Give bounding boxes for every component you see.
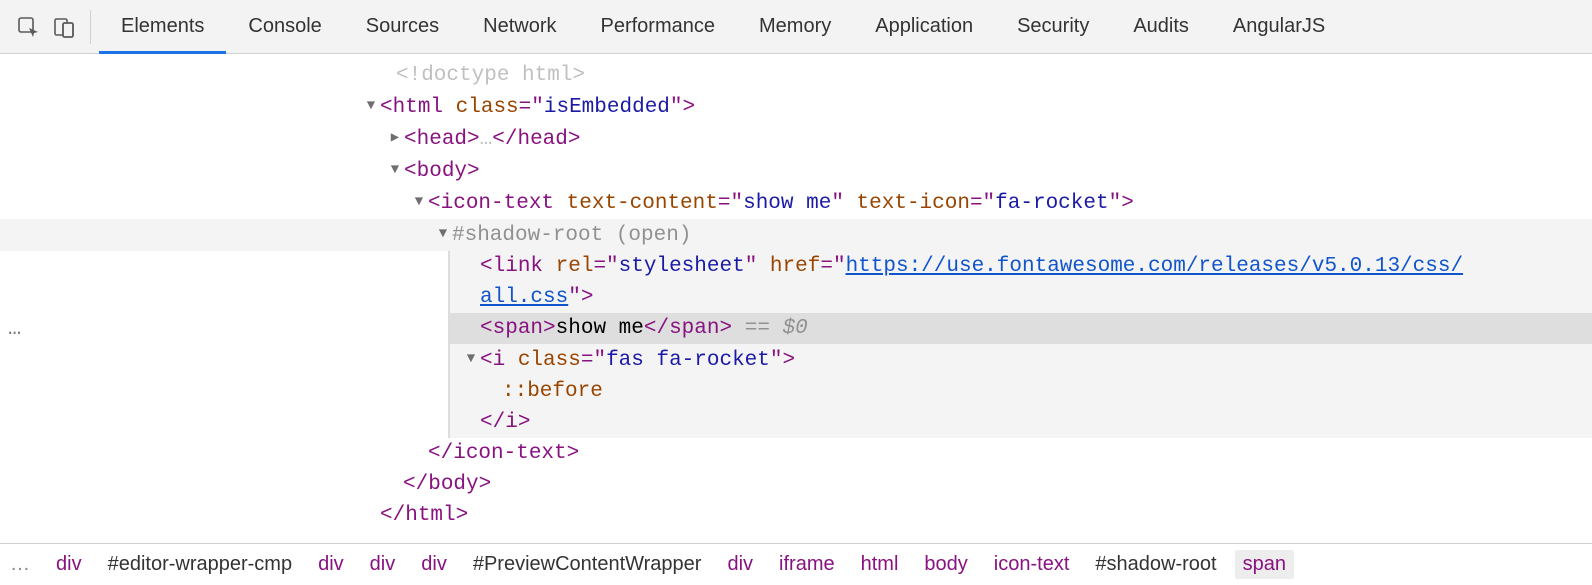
attr-name: href [770,255,820,278]
attr-name: class [456,96,519,119]
attr-name: text-content [567,192,718,215]
expand-arrow-icon[interactable]: ▼ [436,219,450,250]
attr-name: text-icon [857,192,970,215]
ellipsis: … [480,128,493,151]
dom-node-pseudo-before[interactable]: ::before [450,376,1592,407]
dom-node-head[interactable]: ▶<head>…</head> [0,123,1592,155]
dom-node-link-cont[interactable]: all.css"> [450,282,1592,313]
selected-node-marker: == $0 [732,317,808,340]
tag-name: html [405,504,455,527]
dom-node-i[interactable]: ▼<i class="fas fa-rocket"> [450,344,1592,376]
dom-node-doctype[interactable]: <!doctype html> [0,60,1592,91]
crumb-html[interactable]: html [853,550,907,579]
tab-label: Security [1017,15,1089,38]
tab-label: Performance [601,15,716,38]
href-url-part1[interactable]: https://use.fontawesome.com/releases/v5.… [846,255,1464,278]
dom-node-span-selected[interactable]: … <span>show me</span> == $0 [450,313,1592,344]
tab-console[interactable]: Console [226,0,343,53]
tag-name: head [417,128,467,151]
tab-label: Audits [1133,15,1189,38]
gutter-ellipsis-icon[interactable]: … [8,313,23,344]
elements-dom-tree[interactable]: <!doctype html> ▼<html class="isEmbedded… [0,54,1592,543]
attr-value: stylesheet [619,255,745,278]
tag-name: head [517,128,567,151]
tab-label: Application [875,15,973,38]
tab-performance[interactable]: Performance [579,0,738,53]
dom-node-shadow-root[interactable]: ▼#shadow-root (open) [0,219,1592,251]
tab-label: Network [483,15,556,38]
doctype-text: <!doctype html> [396,64,585,87]
tab-label: AngularJS [1233,15,1325,38]
crumb-div[interactable]: div [362,550,404,579]
dom-node-i-close[interactable]: </i> [450,407,1592,438]
attr-value: fa-rocket [995,192,1108,215]
attr-value: show me [743,192,831,215]
crumb-div[interactable]: div [719,550,761,579]
tab-application[interactable]: Application [853,0,995,53]
devtools-tabbar: Elements Console Sources Network Perform… [0,0,1592,54]
attr-value: isEmbedded [544,96,670,119]
inspect-element-icon[interactable] [10,9,46,45]
tab-label: Memory [759,15,831,38]
text-node: show me [556,317,644,340]
divider [90,10,91,44]
tab-label: Console [248,15,321,38]
crumb-div[interactable]: div [310,550,352,579]
expand-arrow-icon[interactable]: ▼ [464,344,478,375]
dom-node-html-close[interactable]: </html> [0,500,1592,531]
crumb-span-selected[interactable]: span [1235,550,1294,579]
tab-network[interactable]: Network [461,0,578,53]
shadow-root-children: <link rel="stylesheet" href="https://use… [448,251,1592,438]
breadcrumb-overflow-icon[interactable]: … [10,553,38,576]
expand-arrow-icon[interactable]: ▼ [412,187,426,218]
expand-arrow-icon[interactable]: ▼ [364,91,378,122]
pseudo-element: ::before [502,380,603,403]
dom-node-body[interactable]: ▼<body> [0,155,1592,187]
tag-name: span [493,317,543,340]
crumb-shadow-root[interactable]: #shadow-root [1087,550,1224,579]
tag-name: i [493,349,506,372]
tag-name: i [505,411,518,434]
elements-breadcrumb: … div #editor-wrapper-cmp div div div #P… [0,543,1592,585]
crumb-div[interactable]: div [413,550,455,579]
dom-node-icon-text[interactable]: ▼<icon-text text-content="show me" text-… [0,187,1592,219]
tag-name: icon-text [453,442,566,465]
attr-name: rel [556,255,594,278]
toggle-device-icon[interactable] [46,9,82,45]
tab-security[interactable]: Security [995,0,1111,53]
dom-node-html[interactable]: ▼<html class="isEmbedded"> [0,91,1592,123]
attr-name: class [518,349,581,372]
tab-elements[interactable]: Elements [99,0,226,53]
attr-value: fas fa-rocket [606,349,770,372]
tab-angularjs[interactable]: AngularJS [1211,0,1347,53]
tab-sources[interactable]: Sources [344,0,461,53]
tag-name: icon-text [441,192,554,215]
tab-label: Sources [366,15,439,38]
crumb-iframe[interactable]: iframe [771,550,843,579]
expand-arrow-icon[interactable]: ▼ [388,155,402,186]
tag-name: link [493,255,543,278]
tag-name: span [669,317,719,340]
crumb-icon-text[interactable]: icon-text [986,550,1078,579]
expand-arrow-icon[interactable]: ▶ [388,123,402,154]
dom-node-body-close[interactable]: </body> [0,469,1592,500]
href-url-part2[interactable]: all.css [480,286,568,309]
crumb-div[interactable]: div [48,550,90,579]
tab-label: Elements [121,15,204,38]
dom-node-link[interactable]: <link rel="stylesheet" href="https://use… [450,251,1592,282]
tab-memory[interactable]: Memory [737,0,853,53]
tab-audits[interactable]: Audits [1111,0,1211,53]
crumb-preview-content-wrapper[interactable]: #PreviewContentWrapper [465,550,710,579]
dom-node-icon-text-close[interactable]: </icon-text> [0,438,1592,469]
tag-name: body [417,160,467,183]
tag-name: body [428,473,478,496]
shadow-root-label: #shadow-root (open) [452,224,691,247]
crumb-editor-wrapper[interactable]: #editor-wrapper-cmp [100,550,301,579]
crumb-body[interactable]: body [916,550,975,579]
tag-name: html [393,96,443,119]
